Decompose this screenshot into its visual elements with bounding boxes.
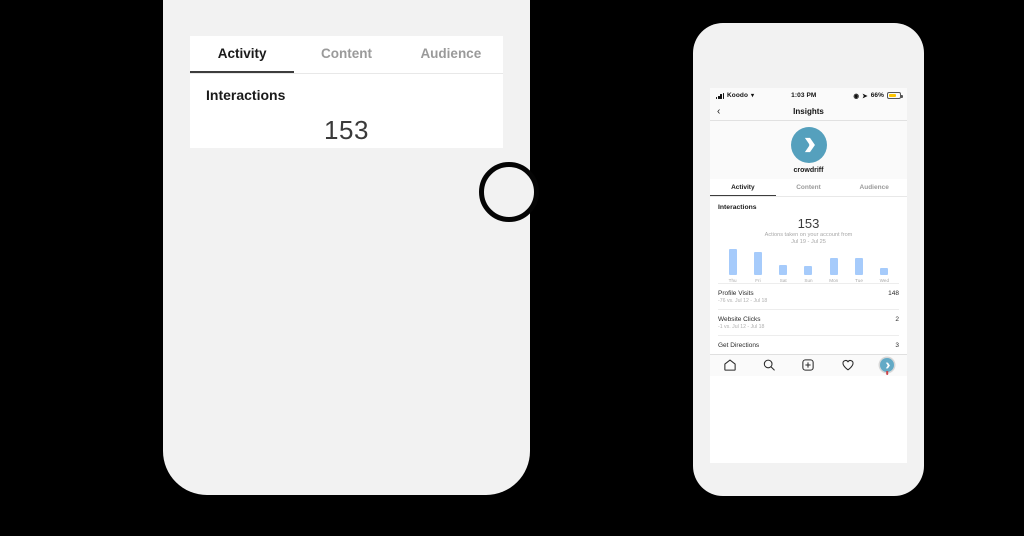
chart-bar-label: Tue	[855, 277, 863, 283]
bar-column: Sun	[796, 266, 821, 283]
caption-line-2: Jul 19 - Jul 25	[791, 239, 826, 246]
chart-bar-label: Sat	[779, 277, 787, 283]
stat-value: 2	[895, 315, 899, 323]
chart-bar	[728, 248, 737, 275]
tab-activity[interactable]: Activity	[710, 179, 776, 196]
tabbar-item-profile[interactable]	[880, 358, 895, 375]
back-button[interactable]: ‹	[717, 106, 720, 117]
tab-label: Audience	[420, 46, 482, 61]
carrier-label: Koodo	[726, 92, 749, 99]
bottom-tabbar-small[interactable]	[710, 353, 907, 376]
chart-bar	[804, 266, 813, 275]
profile-block: crowdriff	[710, 121, 907, 179]
stat-name: Profile Visits	[718, 289, 754, 297]
tab-label: Activity	[217, 46, 267, 61]
wifi-icon: ▾	[751, 92, 755, 99]
stat-delta: -1 vs. Jul 12 - Jul 18	[718, 323, 765, 330]
tab-label: Content	[320, 46, 372, 61]
ios-status-bar: Koodo ▾ 1:03 PM ◉ ➤ 66%	[710, 88, 907, 103]
home-icon	[723, 358, 737, 372]
home-button-large[interactable]	[479, 162, 539, 222]
interactions-bar-chart: Thu Fri Sat Sun Mon Tue Wed	[720, 248, 897, 283]
caption-line-1: Actions taken on your account from	[764, 231, 853, 238]
status-time: 1:03 PM	[791, 92, 817, 99]
phone-screen-small: Koodo ▾ 1:03 PM ◉ ➤ 66% ‹ Insights crowd…	[710, 88, 907, 463]
bar-column: Mon	[821, 258, 846, 283]
interactions-total: 153	[797, 215, 820, 231]
stat-name: Website Clicks	[718, 315, 761, 323]
bar-column: Sat	[771, 265, 796, 283]
stat-left: Website Clicks -1 vs. Jul 12 - Jul 18	[718, 316, 764, 330]
search-icon	[762, 358, 776, 372]
crowdriff-logo-icon[interactable]	[790, 127, 827, 163]
stat-row[interactable]: Get Directions 3	[718, 334, 899, 354]
insights-tabs-small[interactable]: Activity Content Audience	[710, 179, 907, 196]
page-title: Insights	[793, 107, 824, 116]
insights-tabs-large[interactable]: Activity Content Audience	[190, 36, 503, 73]
phone-mockup-large: Activity Content Audience Interactions 1…	[163, 0, 539, 495]
stats-list-small: Profile Visits -76 vs. Jul 12 - Jul 18 148…	[718, 282, 899, 354]
interactions-total: 153	[324, 114, 369, 145]
heart-icon	[841, 358, 855, 372]
chart-bar	[753, 252, 762, 275]
chart-bar-label: Thu	[728, 277, 737, 283]
chart-bar-label: Mon	[829, 277, 839, 283]
stat-left: Get Directions	[718, 342, 759, 349]
chart-bar	[880, 268, 889, 275]
signal-bars-icon	[716, 92, 724, 99]
chart-bar-label: Wed	[879, 277, 890, 283]
stat-name: Get Directions	[718, 341, 760, 349]
interactions-caption: Actions taken on your account from Jul 1…	[718, 232, 899, 247]
tab-label: Activity	[731, 184, 755, 191]
pin-tail	[886, 371, 889, 375]
tabbar-item-home[interactable]	[723, 358, 737, 372]
insights-body-large: Interactions 153 Actions taken on your a…	[190, 73, 503, 148]
tab-active-underline	[710, 194, 776, 196]
stat-value: 148	[888, 289, 899, 297]
section-title-interactions: Interactions	[718, 203, 757, 211]
phone-screen-large: Activity Content Audience Interactions 1…	[190, 36, 503, 148]
tab-audience[interactable]: Audience	[399, 36, 503, 73]
tabbar-item-search[interactable]	[762, 358, 776, 372]
section-title-interactions: Interactions	[206, 86, 286, 103]
tab-label: Content	[796, 184, 821, 191]
nav-header: ‹ Insights	[710, 103, 907, 121]
tab-audience[interactable]: Audience	[841, 179, 907, 196]
chart-bar	[855, 257, 864, 275]
bar-column: Tue	[846, 257, 871, 283]
tab-content[interactable]: Content	[294, 36, 398, 73]
tab-content[interactable]: Content	[776, 179, 842, 196]
screenshot-stage: Activity Content Audience Interactions 1…	[0, 0, 1024, 536]
bar-column: Thu	[720, 248, 745, 283]
stat-value: 3	[895, 341, 899, 349]
phone-mockup-small: Koodo ▾ 1:03 PM ◉ ➤ 66% ‹ Insights crowd…	[693, 23, 924, 496]
stat-left: Profile Visits -76 vs. Jul 12 - Jul 18	[718, 290, 767, 304]
chart-bar	[779, 265, 788, 275]
tabbar-item-add-post[interactable]	[801, 358, 815, 372]
tab-active-underline	[190, 70, 295, 73]
bar-column: Wed	[872, 268, 897, 283]
stat-row[interactable]: Website Clicks -1 vs. Jul 12 - Jul 18 2	[718, 308, 899, 335]
chart-bar-label: Fri	[755, 277, 761, 283]
alarm-icon: ◉	[853, 92, 860, 100]
bar-column: Fri	[745, 252, 770, 283]
stat-row[interactable]: Profile Visits -76 vs. Jul 12 - Jul 18 148	[718, 282, 899, 309]
tab-activity[interactable]: Activity	[190, 36, 295, 73]
plus-square-icon	[801, 358, 815, 372]
battery-percent: 66%	[870, 92, 884, 99]
tabbar-item-activity[interactable]	[841, 358, 855, 372]
location-arrow-icon: ➤	[862, 92, 868, 100]
insights-body-small: Interactions 153 Actions taken on your a…	[710, 196, 907, 354]
chart-bar-label: Sun	[804, 277, 813, 283]
chart-bar	[829, 258, 838, 275]
profile-pin-icon	[880, 358, 895, 373]
profile-username: crowdriff	[793, 167, 824, 174]
tab-label: Audience	[859, 184, 889, 191]
battery-icon	[887, 92, 903, 99]
stat-delta: -76 vs. Jul 12 - Jul 18	[718, 297, 768, 304]
